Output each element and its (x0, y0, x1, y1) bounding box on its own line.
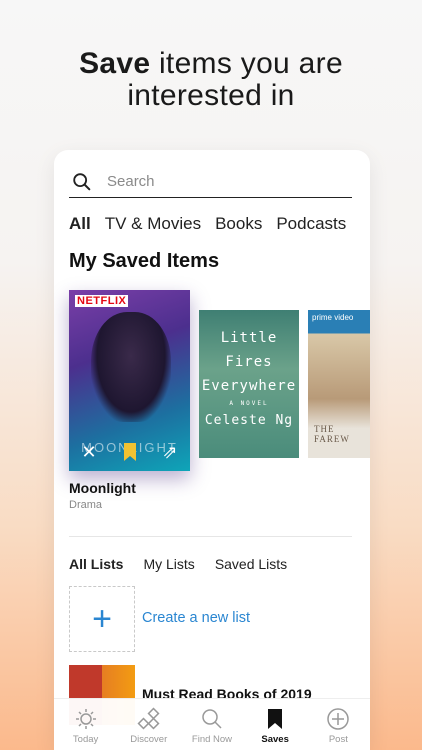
book-author: Celeste Ng (204, 413, 294, 428)
search-icon (73, 172, 91, 190)
headline-rest-2: interested in (127, 79, 295, 112)
search-icon (202, 709, 222, 729)
poster-book[interactable]: Little Fires Everywhere A NOVEL Celeste … (199, 310, 299, 458)
divider (69, 536, 352, 537)
tab-find-now[interactable]: Find Now (184, 707, 240, 745)
tab-label: Saves (261, 734, 289, 745)
tab-label: Find Now (191, 734, 233, 745)
book-title: Little Fires Everywhere (201, 330, 297, 394)
app-card: Search All TV & Movies Books Podcasts My… (54, 150, 370, 750)
tab-post[interactable]: Post (310, 707, 366, 745)
filter-podcasts[interactable]: Podcasts (276, 214, 346, 234)
bookmark-icon[interactable] (122, 442, 138, 462)
tab-saved-lists[interactable]: Saved Lists (215, 556, 287, 572)
plus-circle-icon (327, 708, 350, 730)
filter-books[interactable]: Books (215, 214, 262, 234)
prime-badge: prime video (312, 313, 354, 322)
plus-icon: + (92, 599, 112, 638)
search-input[interactable]: Search (107, 173, 155, 190)
section-title: My Saved Items (69, 250, 220, 272)
share-icon[interactable]: ⇗ (162, 442, 177, 463)
show-title: THE FAREW (314, 424, 350, 444)
tab-all-lists[interactable]: All Lists (69, 556, 123, 572)
poster-face (91, 312, 171, 422)
list-tabs: All Lists My Lists Saved Lists (69, 556, 287, 572)
book-sub: A NOVEL (229, 400, 269, 407)
tab-discover[interactable]: Discover (121, 707, 177, 745)
item-genre: Drama (69, 499, 103, 511)
netflix-badge: NETFLIX (75, 295, 129, 307)
discover-icon (137, 707, 160, 730)
search-bar[interactable]: Search (69, 166, 352, 198)
item-title: Moonlight (69, 480, 136, 496)
tab-label: Today (72, 734, 99, 745)
remove-icon[interactable]: ✕ (81, 442, 96, 463)
headline-rest-1: items you are (150, 47, 343, 80)
create-list-label[interactable]: Create a new list (142, 610, 250, 626)
filter-tabs: All TV & Movies Books Podcasts (69, 214, 346, 234)
poster-actions: ✕ ⇗ (69, 442, 190, 463)
tab-label: Discover (130, 734, 168, 745)
filter-all[interactable]: All (69, 214, 91, 234)
poster-show[interactable]: prime video THE FAREW (308, 310, 370, 458)
bookmark-icon (268, 709, 283, 729)
headline: Save items you are interested in (0, 48, 422, 112)
headline-bold: Save (79, 47, 151, 80)
tab-bar: Today Discover Find Now Saves Post (54, 698, 370, 750)
tab-today[interactable]: Today (58, 707, 114, 745)
tab-label: Post (328, 734, 348, 745)
create-list-button[interactable]: + (69, 586, 135, 652)
filter-tv-movies[interactable]: TV & Movies (105, 214, 201, 234)
tab-saves[interactable]: Saves (247, 707, 303, 745)
poster-moonlight[interactable]: NETFLIX MOONLIGHT ✕ ⇗ (69, 290, 190, 471)
tab-my-lists[interactable]: My Lists (143, 556, 194, 572)
sun-icon (75, 709, 96, 729)
